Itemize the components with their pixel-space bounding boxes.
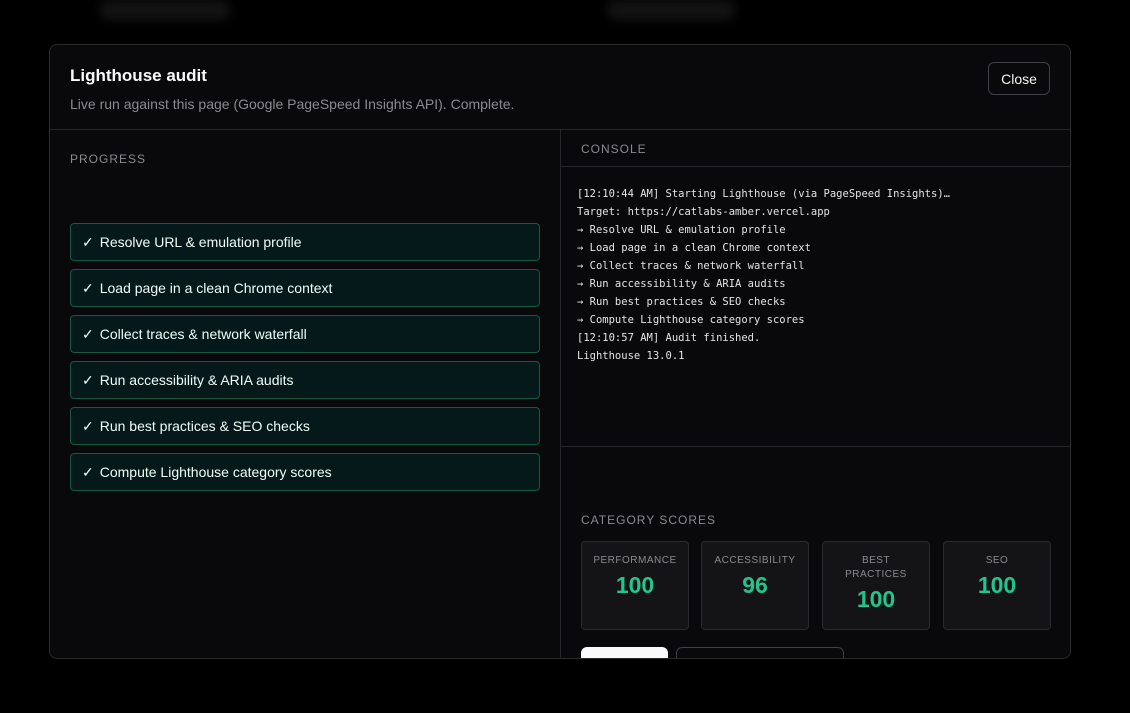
console-heading: CONSOLE: [581, 142, 647, 156]
progress-step-label: Resolve URL & emulation profile: [99, 234, 302, 250]
check-icon: ✓: [82, 417, 94, 434]
progress-step: ✓ Collect traces & network waterfall: [70, 315, 540, 353]
score-value: 96: [742, 572, 768, 598]
console-line: → Compute Lighthouse category scores: [577, 314, 805, 326]
score-value: 100: [615, 572, 655, 598]
lighthouse-audit-dialog: Lighthouse audit Live run against this p…: [49, 44, 1071, 659]
check-icon: ✓: [82, 233, 94, 250]
close-button[interactable]: Close: [988, 62, 1050, 95]
console-line: → Load page in a clean Chrome context: [577, 242, 811, 254]
progress-step: ✓ Load page in a clean Chrome context: [70, 269, 540, 307]
score-title: ACCESSIBILITY: [714, 555, 796, 566]
console-line: Lighthouse 13.0.1: [577, 350, 685, 362]
dialog-header: Lighthouse audit Live run against this p…: [50, 45, 1070, 130]
check-icon: ✓: [82, 279, 94, 296]
console-output[interactable]: [12:10:44 AM] Starting Lighthouse (via P…: [561, 167, 1070, 447]
progress-panel: PROGRESS ✓ Resolve URL & emulation profi…: [50, 130, 561, 658]
score-value: 100: [856, 586, 896, 612]
console-line: → Resolve URL & emulation profile: [577, 224, 786, 236]
console-line: → Run best practices & SEO checks: [577, 296, 786, 308]
console-line: → Run accessibility & ARIA audits: [577, 278, 786, 290]
score-title: SEO: [985, 555, 1009, 566]
run-again-button[interactable]: Run again: [581, 647, 668, 658]
score-card-seo: SEO 100: [943, 541, 1051, 630]
console-line: → Collect traces & network waterfall: [577, 260, 805, 272]
score-title: BEST PRACTICES: [845, 555, 907, 580]
score-card-accessibility: ACCESSIBILITY 96: [701, 541, 809, 630]
dialog-subtitle: Live run against this page (Google PageS…: [70, 96, 515, 112]
progress-heading: PROGRESS: [70, 152, 147, 166]
console-and-scores-panel: CONSOLE [12:10:44 AM] Starting Lighthous…: [561, 130, 1070, 658]
console-header: CONSOLE: [561, 130, 1070, 167]
progress-step: ✓ Resolve URL & emulation profile: [70, 223, 540, 261]
category-scores-heading: CATEGORY SCORES: [581, 513, 717, 527]
check-icon: ✓: [82, 463, 94, 480]
check-icon: ✓: [82, 325, 94, 342]
progress-step-label: Collect traces & network waterfall: [99, 326, 307, 342]
progress-step-label: Compute Lighthouse category scores: [99, 464, 332, 480]
console-line: [12:10:44 AM] Starting Lighthouse (via P…: [577, 188, 950, 200]
open-pagespeed-web-button[interactable]: Open PageSpeed web: [676, 647, 844, 658]
progress-step-label: Load page in a clean Chrome context: [99, 280, 333, 296]
check-icon: ✓: [82, 371, 94, 388]
dialog-title: Lighthouse audit: [70, 66, 207, 85]
progress-step-label: Run best practices & SEO checks: [99, 418, 310, 434]
progress-step: ✓ Compute Lighthouse category scores: [70, 453, 540, 491]
console-line: Target: https://catlabs-amber.vercel.app: [577, 206, 830, 218]
score-card-best-practices: BEST PRACTICES 100: [822, 541, 930, 630]
score-title: PERFORMANCE: [593, 555, 677, 566]
background-blurred-text: [607, 0, 735, 20]
progress-step: ✓ Run best practices & SEO checks: [70, 407, 540, 445]
score-card-performance: PERFORMANCE 100: [581, 541, 689, 630]
progress-step-label: Run accessibility & ARIA audits: [99, 372, 294, 388]
background-blurred-text: [100, 0, 230, 20]
progress-step: ✓ Run accessibility & ARIA audits: [70, 361, 540, 399]
console-line: [12:10:57 AM] Audit finished.: [577, 332, 761, 344]
score-value: 100: [977, 572, 1017, 598]
